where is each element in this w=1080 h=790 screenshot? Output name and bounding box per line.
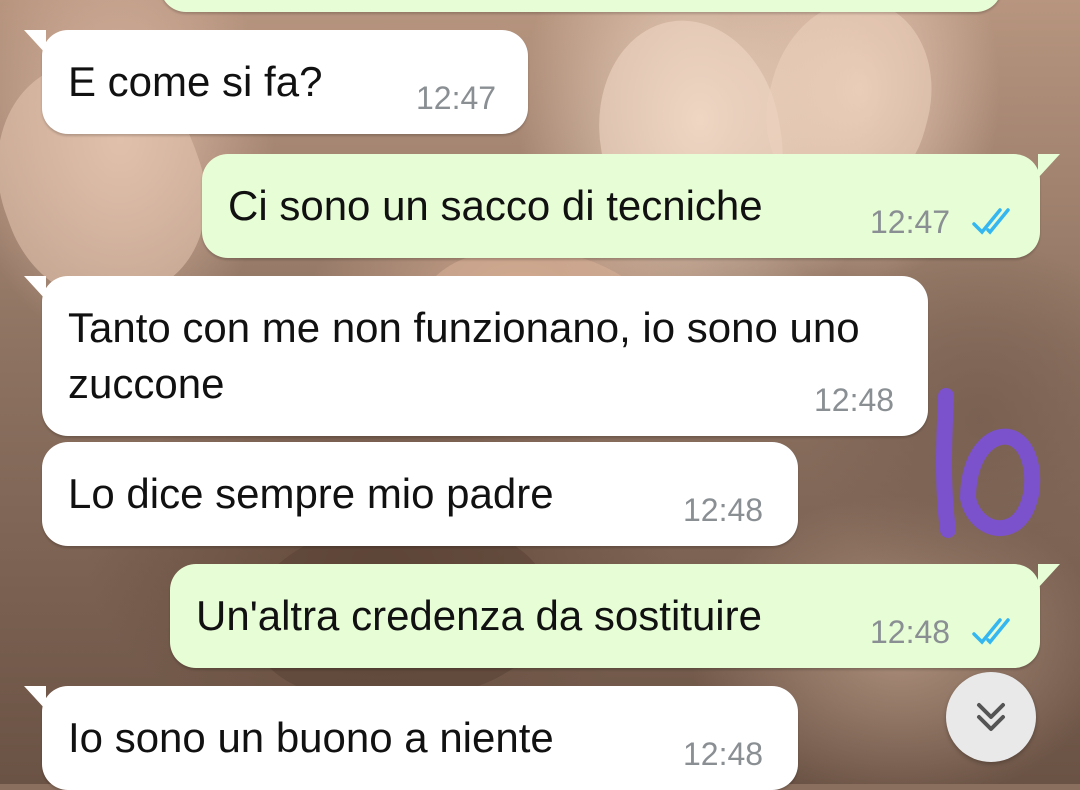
double-check-read-icon (972, 208, 1010, 235)
message-bubble-incoming[interactable]: Tanto con me non funzionano, io sono uno… (24, 276, 928, 436)
message-text: Io sono un buono a niente (68, 714, 554, 761)
message-time: 12:48 (683, 492, 764, 528)
message-time: 12:48 (814, 382, 895, 418)
message-time: 12:48 (683, 736, 764, 772)
message-time: 12:47 (870, 204, 951, 240)
message-bubble-incoming[interactable]: E come si fa? 12:47 (24, 30, 528, 134)
double-chevron-down-icon (977, 703, 1005, 731)
scroll-to-bottom-button[interactable] (946, 672, 1036, 762)
message-bubble-incoming[interactable]: Lo dice sempre mio padre 12:48 (42, 442, 798, 546)
message-text: E come si fa? (68, 58, 323, 105)
purple-doodle-icon (936, 388, 1041, 538)
message-bubble-outgoing[interactable]: Un'altra credenza da sostituire 12:48 (170, 564, 1060, 668)
message-text: Lo dice sempre mio padre (68, 470, 554, 517)
message-text: Un'altra credenza da sostituire (196, 592, 762, 639)
message-bubble-partial[interactable] (160, 0, 1002, 12)
message-text: Tanto con me non funzionano, io sono uno… (68, 304, 872, 407)
message-time: 12:47 (416, 80, 497, 116)
message-time: 12:48 (870, 614, 951, 650)
double-check-read-icon (972, 618, 1010, 645)
message-bubble-incoming[interactable]: Io sono un buono a niente 12:48 (24, 686, 798, 790)
message-text: Ci sono un sacco di tecniche (228, 182, 763, 229)
message-bubble-outgoing[interactable]: Ci sono un sacco di tecniche 12:47 (202, 154, 1060, 258)
